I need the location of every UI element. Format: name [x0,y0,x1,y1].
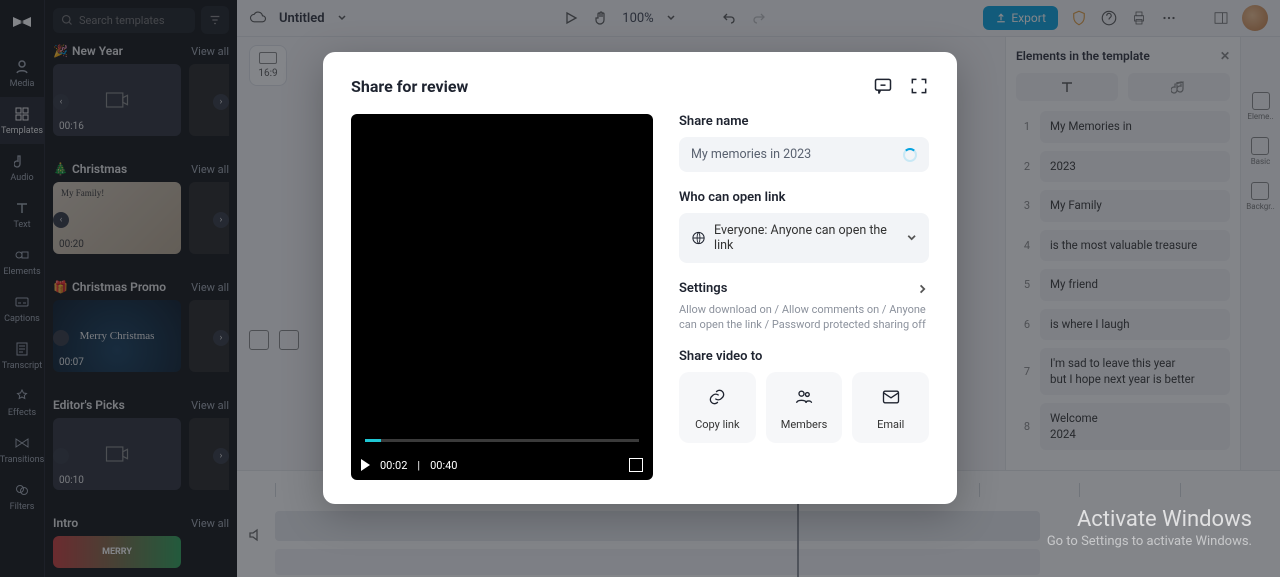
share-name-input[interactable]: My memories in 2023 [679,137,929,172]
share-to-label: Share video to [679,349,929,364]
members-icon [793,386,815,408]
progress-bar[interactable] [365,439,639,442]
fullscreen-icon[interactable] [629,458,643,472]
email-icon [880,386,902,408]
modal-title: Share for review [351,77,468,96]
share-name-label: Share name [679,114,929,129]
settings-desc: Allow download on / Allow comments on / … [679,302,929,333]
time-total: 00:40 [430,459,457,472]
modal-overlay[interactable]: Share for review 00:02 | 00:40 [0,0,1280,577]
video-preview[interactable]: 00:02 | 00:40 [351,114,653,480]
settings-row[interactable]: Settings [679,281,929,296]
share-modal: Share for review 00:02 | 00:40 [323,52,957,504]
comment-icon[interactable] [873,76,893,96]
link-icon [706,386,728,408]
time-current: 00:02 [380,459,407,472]
share-copy-link[interactable]: Copy link [679,372,756,443]
share-members[interactable]: Members [766,372,843,443]
who-select[interactable]: Everyone: Anyone can open the link [679,213,929,263]
expand-icon[interactable] [909,76,929,96]
chevron-down-icon [906,232,917,244]
who-label: Who can open link [679,190,929,205]
globe-icon [691,230,706,246]
chevron-right-icon [917,283,929,295]
share-email[interactable]: Email [852,372,929,443]
loading-spinner-icon [903,148,917,162]
play-icon[interactable] [361,459,370,471]
